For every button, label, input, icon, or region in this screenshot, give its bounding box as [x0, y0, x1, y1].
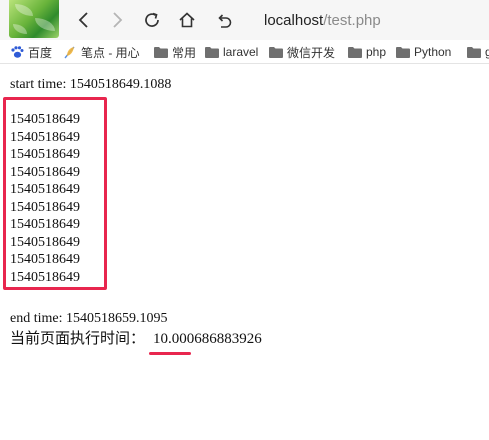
folder-icon [269, 46, 283, 58]
bookmark-label: php [366, 45, 387, 59]
back-button[interactable] [72, 8, 96, 32]
reload-button[interactable] [140, 8, 164, 32]
bookmark-label: g [485, 45, 489, 59]
bookmark-folder-python[interactable]: Python [396, 43, 451, 61]
folder-icon [467, 46, 481, 58]
bookmark-label: Python [414, 45, 452, 59]
execution-time-line: 当前页面执行时间： 10.000686883926 [10, 330, 262, 348]
red-highlight-box [3, 97, 107, 290]
bookmark-folder-laravel[interactable]: laravel [205, 43, 258, 61]
chevron-left-icon [78, 12, 88, 28]
leaf-wallpaper-favicon[interactable] [9, 0, 59, 38]
red-underline-mark [149, 352, 191, 355]
bookmarks-bar: 百度 笔点 - 用心 常用 laravel 微信开发 php Python [0, 40, 489, 64]
bookmark-label: 微信开发 [287, 45, 336, 60]
home-button[interactable] [175, 8, 199, 32]
bookmark-bidian[interactable]: 笔点 - 用心 [63, 43, 140, 61]
chevron-right-icon [113, 12, 123, 28]
forward-button[interactable] [105, 8, 129, 32]
bookmark-label: 笔点 - 用心 [81, 45, 140, 60]
address-bar[interactable]: localhost/test.php [264, 11, 381, 31]
bookmark-label: 百度 [28, 45, 53, 60]
execution-time-value: 10.000686883926 [153, 331, 262, 347]
bookmark-folder-weixin[interactable]: 微信开发 [269, 43, 335, 61]
bookmark-label: laravel [223, 45, 259, 59]
folder-icon [154, 46, 168, 58]
feather-icon [63, 45, 77, 59]
undo-arrow-icon [218, 14, 232, 28]
folder-icon [396, 46, 410, 58]
bookmark-baidu[interactable]: 百度 [10, 43, 52, 61]
bookmark-label: 常用 [172, 45, 197, 60]
browser-toolbar: localhost/test.php [0, 0, 489, 40]
bookmark-folder-changyong[interactable]: 常用 [154, 43, 196, 61]
bookmark-folder-php[interactable]: php [348, 43, 386, 61]
start-time-text: start time: 1540518649.1088 [10, 77, 172, 92]
end-time-text: end time: 1540518659.1095 [10, 311, 168, 326]
reload-icon [145, 12, 159, 27]
paw-icon [10, 45, 24, 59]
undo-button[interactable] [212, 8, 236, 32]
home-icon [179, 12, 195, 28]
bookmark-folder-g[interactable]: g [467, 43, 489, 61]
address-path: /test.php [323, 12, 381, 29]
folder-icon [205, 46, 219, 58]
execution-time-label: 当前页面执行时间： [10, 329, 146, 347]
folder-icon [348, 46, 362, 58]
address-host: localhost [264, 12, 324, 29]
